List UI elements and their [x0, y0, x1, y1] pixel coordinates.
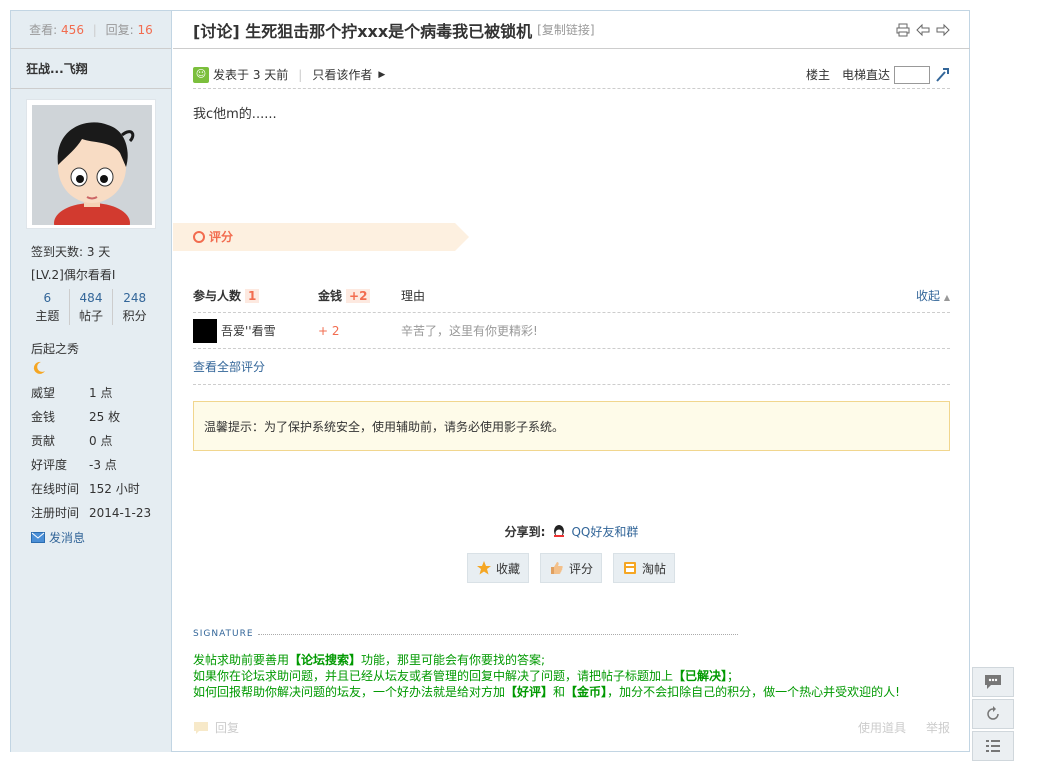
signature-line: 如何回报帮助你解决问题的坛友，一个好办法就是给对方加【好评】和【金币】，加分不会… [193, 685, 900, 699]
collapse-rating-button[interactable]: 收起 ▲ [916, 287, 950, 304]
money-total-badge: +2 [346, 289, 371, 303]
profile-row: 注册时间 2014-1-23 [31, 506, 152, 520]
user-level[interactable]: [LV.2]偶尔看看I [31, 266, 115, 283]
qq-icon [554, 524, 565, 537]
profile-row: 威望 1 点 [31, 386, 113, 400]
count-points[interactable]: 248 积分 [113, 289, 156, 325]
elevator-label: 电梯直达 [841, 68, 890, 82]
use-tools-button[interactable]: 使用道具 [858, 719, 906, 736]
rate-button[interactable]: 评分 [540, 553, 603, 583]
triangle-right-icon: ▶ [378, 69, 386, 80]
replies-count: 16 [137, 23, 153, 37]
taotie-button[interactable]: 淘帖 [613, 553, 676, 583]
rater-avatar[interactable] [193, 318, 217, 343]
notice-box: 温馨提示：为了保护系统安全，使用辅助前，请务必使用影子系统。 [193, 401, 950, 451]
avatar[interactable] [26, 99, 156, 229]
refresh-button[interactable] [972, 699, 1014, 729]
people-count-badge: 1 [245, 288, 260, 303]
count-posts[interactable]: 484 帖子 [70, 289, 114, 325]
user-title: 后起之秀 [31, 342, 80, 356]
reply-button[interactable]: 回复 [193, 719, 239, 736]
star-icon [477, 561, 491, 575]
prev-thread-icon[interactable] [916, 23, 930, 37]
replies-label: 回复: [105, 23, 134, 37]
profile-row: 在线时间 152 小时 [31, 482, 140, 496]
count-threads[interactable]: 6 主题 [26, 289, 70, 325]
views-label: 查看: [29, 23, 58, 37]
quick-reply-button[interactable] [972, 667, 1014, 697]
post-title-bar: [讨论] 生死狙击那个拧xxx是个病毒我已被锁机 [复制链接] [173, 11, 970, 49]
rater-name[interactable]: 吾爱''看雪 [221, 322, 276, 339]
print-icon[interactable] [896, 23, 910, 37]
title-tools [896, 23, 950, 37]
favorite-button[interactable]: 收藏 [467, 553, 530, 583]
floating-toolbar [972, 667, 1014, 761]
view-all-ratings-link[interactable]: 查看全部评分 [193, 349, 950, 385]
report-button[interactable]: 举报 [926, 719, 950, 736]
post-frame: 查看: 456 | 回复: 16 狂战...飞翔 签到天数: 3 天 [LV.2… [10, 10, 970, 752]
profile-list: 威望 1 点 金钱 25 枚 贡献 0 点 好评度 -3 点 在线时间 152 小时 注册… [31, 381, 161, 525]
circle-icon [193, 231, 205, 243]
only-author-link[interactable]: 只看该作者 [312, 66, 372, 83]
speech-bubble-icon [194, 721, 208, 734]
rating-tag-label: 评分 [209, 230, 234, 244]
floor-label: 楼主 [805, 68, 830, 82]
author-sidebar: 查看: 456 | 回复: 16 狂战...飞翔 签到天数: 3 天 [LV.2… [11, 11, 172, 752]
rating-tag: 评分 [173, 223, 469, 251]
post-meta: ☺ 发表于 3 天前 | 只看该作者 ▶ 楼主 电梯直达 [193, 61, 950, 89]
share-bar: 分享到: QQ好友和群 [173, 523, 970, 540]
post-actions: 收藏 评分 淘帖 [467, 553, 676, 583]
signature-header: SIGNATURE [193, 629, 738, 639]
views-count: 456 [61, 23, 84, 37]
refresh-icon [987, 706, 999, 720]
author-name[interactable]: 狂战...飞翔 [11, 49, 171, 89]
profile-row: 贡献 0 点 [31, 434, 113, 448]
list-button[interactable] [972, 731, 1014, 761]
floor-jump-input[interactable] [894, 65, 930, 84]
rater-reason: 辛苦了，这里有你更精彩! [401, 324, 538, 338]
rating-header: 参与人数 1 金钱 +2 理由 收起 ▲ [193, 279, 950, 313]
post-title: [讨论] 生死狙击那个拧xxx是个病毒我已被锁机 [193, 21, 533, 41]
send-message-link[interactable]: 发消息 [31, 529, 85, 546]
list-icon [986, 740, 1000, 752]
share-qq-link[interactable]: QQ好友和群 [551, 523, 638, 540]
signature: 发帖求助前要善用【论坛搜索】功能，那里可能会有你要找的答案; 如果你在论坛求助问… [193, 652, 950, 700]
post-main: [讨论] 生死狙击那个拧xxx是个病毒我已被锁机 [复制链接] ☺ 发表于 3 … [173, 11, 970, 752]
rating-table: 参与人数 1 金钱 +2 理由 收起 ▲ 吾爱''看雪 + 2 辛苦了，这里有你更精… [193, 279, 950, 385]
caret-up-icon: ▲ [943, 293, 950, 302]
moon-icon [31, 360, 47, 379]
post-content: 我c他m的...... [193, 107, 277, 122]
profile-row: 好评度 -3 点 [31, 458, 117, 472]
rater-money: + 2 [318, 323, 340, 338]
copy-link-button[interactable]: [复制链接] [537, 21, 594, 38]
tray-icon [624, 562, 637, 574]
thread-stats: 查看: 456 | 回复: 16 [11, 11, 171, 49]
signature-line: 如果你在论坛求助问题，并且已经从坛友或者管理的回复中解决了问题，请把帖子标题加上… [193, 669, 740, 683]
user-counts: 6 主题 484 帖子 248 积分 [26, 289, 156, 325]
checkin-days: 签到天数: 3 天 [31, 245, 111, 259]
signature-line: 发帖求助前要善用【论坛搜索】功能，那里可能会有你要找的答案; [193, 653, 546, 667]
rating-row: 吾爱''看雪 + 2 辛苦了，这里有你更精彩! [193, 313, 950, 349]
next-thread-icon[interactable] [936, 23, 950, 37]
elevator-go-icon[interactable] [934, 67, 950, 83]
envelope-icon [31, 532, 45, 543]
thumbs-up-icon [551, 562, 563, 574]
share-label: 分享到: [504, 525, 546, 539]
online-status-icon: ☺ [193, 66, 209, 83]
post-footer: 回复 使用道具 举报 [193, 719, 950, 736]
profile-row: 金钱 25 枚 [31, 410, 121, 424]
post-time: 发表于 3 天前 [213, 68, 289, 82]
comment-icon [985, 675, 1001, 689]
